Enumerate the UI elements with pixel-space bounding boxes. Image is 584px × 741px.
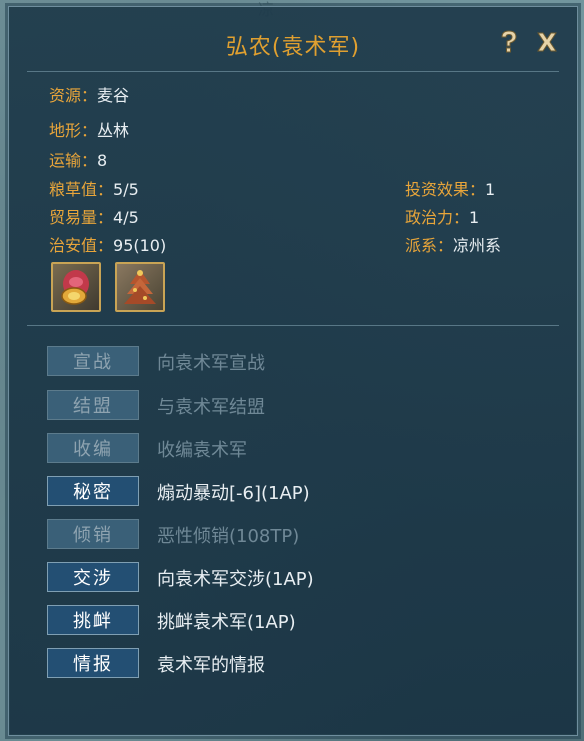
secret-button[interactable]: 秘密 [47,476,139,506]
secret-desc: 煽动暴动[-6](1AP) [157,483,310,504]
declare-war-desc: 向袁术军宣战 [157,353,265,374]
politics-row: 政治力：1 [405,204,479,228]
security-label: 治安值： [49,236,114,255]
transport-value: 8 [97,151,108,170]
invest-label: 投资效果： [405,180,486,199]
terrain-value: 丛林 [97,121,130,140]
actions-divider [27,325,559,326]
annex-button[interactable]: 收编 [47,433,139,463]
panel-title: 弘农(袁术军) [225,35,361,60]
faction-value: 凉州系 [453,236,502,255]
terrain-label: 地形： [49,121,98,140]
faction-row: 派系：凉州系 [405,232,501,256]
annex-desc: 收编袁术军 [157,440,247,461]
declare-war-button[interactable]: 宣战 [47,346,139,376]
grain-value: 5/5 [113,180,139,199]
title-bar: 弘农(袁术军) [9,7,577,67]
alliance-button[interactable]: 结盟 [47,390,139,420]
terrain-row: 地形：丛林 [49,117,129,141]
security-row: 治安值：95(10) [49,232,166,256]
resource-value: 麦谷 [97,86,130,105]
title-divider [27,71,559,72]
grain-row: 粮草值：5/5 [49,176,139,200]
city-info-panel: 弘农(袁术军) 资源：麦谷 地形：丛林 运输：8 粮草值：5/5 贸易量：4/5… [8,6,578,736]
trade-label: 贸易量： [49,208,114,227]
close-icon[interactable] [535,29,559,55]
trade-row: 贸易量：4/5 [49,204,139,228]
help-icon[interactable] [497,29,521,55]
transport-row: 运输：8 [49,147,107,171]
dumping-button[interactable]: 倾销 [47,519,139,549]
security-value: 95(10) [113,236,167,255]
resource-row: 资源：麦谷 [49,82,129,106]
tower-item-icon[interactable] [115,262,165,312]
dumping-desc: 恶性倾销(108TP) [157,526,300,547]
provoke-button[interactable]: 挑衅 [47,605,139,635]
grain-label: 粮草值： [49,180,114,199]
politics-label: 政治力： [405,208,470,227]
intel-desc: 袁术军的情报 [157,655,265,676]
provoke-desc: 挑衅袁术军(1AP) [157,612,296,633]
politics-value: 1 [469,208,480,227]
trade-value: 4/5 [113,208,139,227]
faction-label: 派系： [405,236,454,255]
intel-button[interactable]: 情报 [47,648,139,678]
negotiate-button[interactable]: 交涉 [47,562,139,592]
invest-row: 投资效果：1 [405,176,495,200]
resource-label: 资源： [49,86,98,105]
rouge-pouch-item-icon[interactable] [51,262,101,312]
alliance-desc: 与袁术军结盟 [157,397,265,418]
transport-label: 运输： [49,151,98,170]
negotiate-desc: 向袁术军交涉(1AP) [157,569,314,590]
invest-value: 1 [485,180,496,199]
